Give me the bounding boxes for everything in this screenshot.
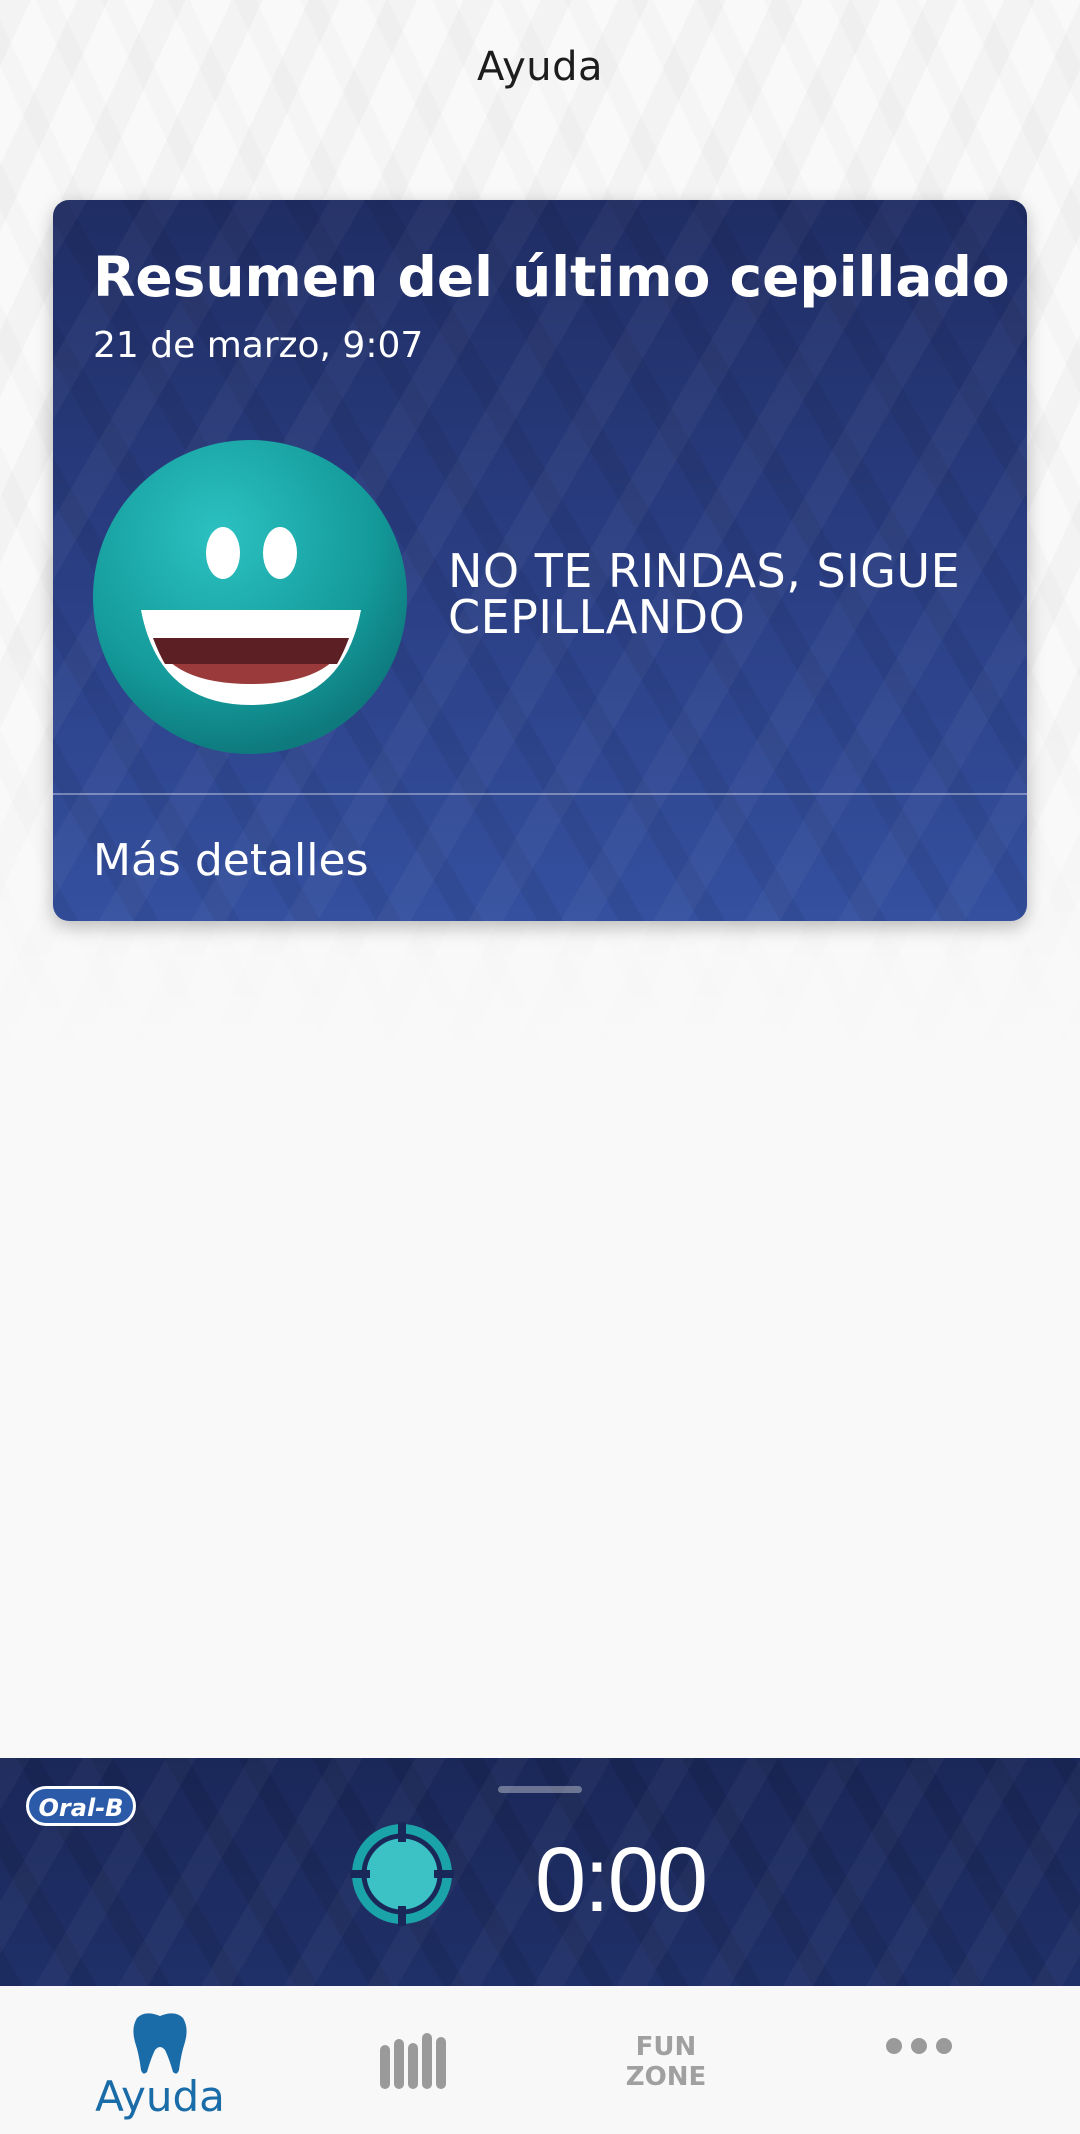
brushing-timer-bar[interactable]: Oral-B 0:00 (0, 1758, 1080, 1986)
card-date: 21 de marzo, 9:07 (93, 325, 424, 366)
card-title: Resumen del último cepillado (93, 245, 1010, 309)
nav-label-ayuda: Ayuda (95, 2072, 225, 2121)
page-title: Ayuda (476, 44, 604, 90)
nav-item-ayuda[interactable]: Ayuda (25, 1986, 295, 2134)
bar-chart-icon (380, 2033, 446, 2089)
tooth-icon (133, 2013, 187, 2074)
smiley-face-icon (93, 440, 407, 754)
nav-item-statistics[interactable] (278, 1986, 548, 2134)
brushing-timer: 0:00 (535, 1829, 708, 1931)
card-divider (53, 793, 1027, 795)
more-dots-icon (886, 2038, 952, 2054)
more-details-link[interactable]: Más detalles (93, 835, 369, 886)
oral-b-logo: Oral-B (26, 1786, 136, 1826)
fun-zone-icon: FUN ZONE (626, 2032, 706, 2092)
bottom-navigation: Ayuda FUN ZONE (0, 1986, 1080, 2134)
last-brushing-summary-card[interactable]: Resumen del último cepillado 21 de marzo… (53, 200, 1027, 921)
drag-handle[interactable] (498, 1786, 582, 1793)
target-icon[interactable] (350, 1822, 454, 1926)
nav-item-more[interactable] (784, 1986, 1054, 2134)
svg-text:FUNZONE: FUN ZONE (626, 2032, 706, 2092)
encouragement-message: NO TE RINDAS, SIGUE CEPILLANDO (448, 544, 961, 644)
nav-item-fun-zone[interactable]: FUN ZONE (531, 1986, 801, 2134)
